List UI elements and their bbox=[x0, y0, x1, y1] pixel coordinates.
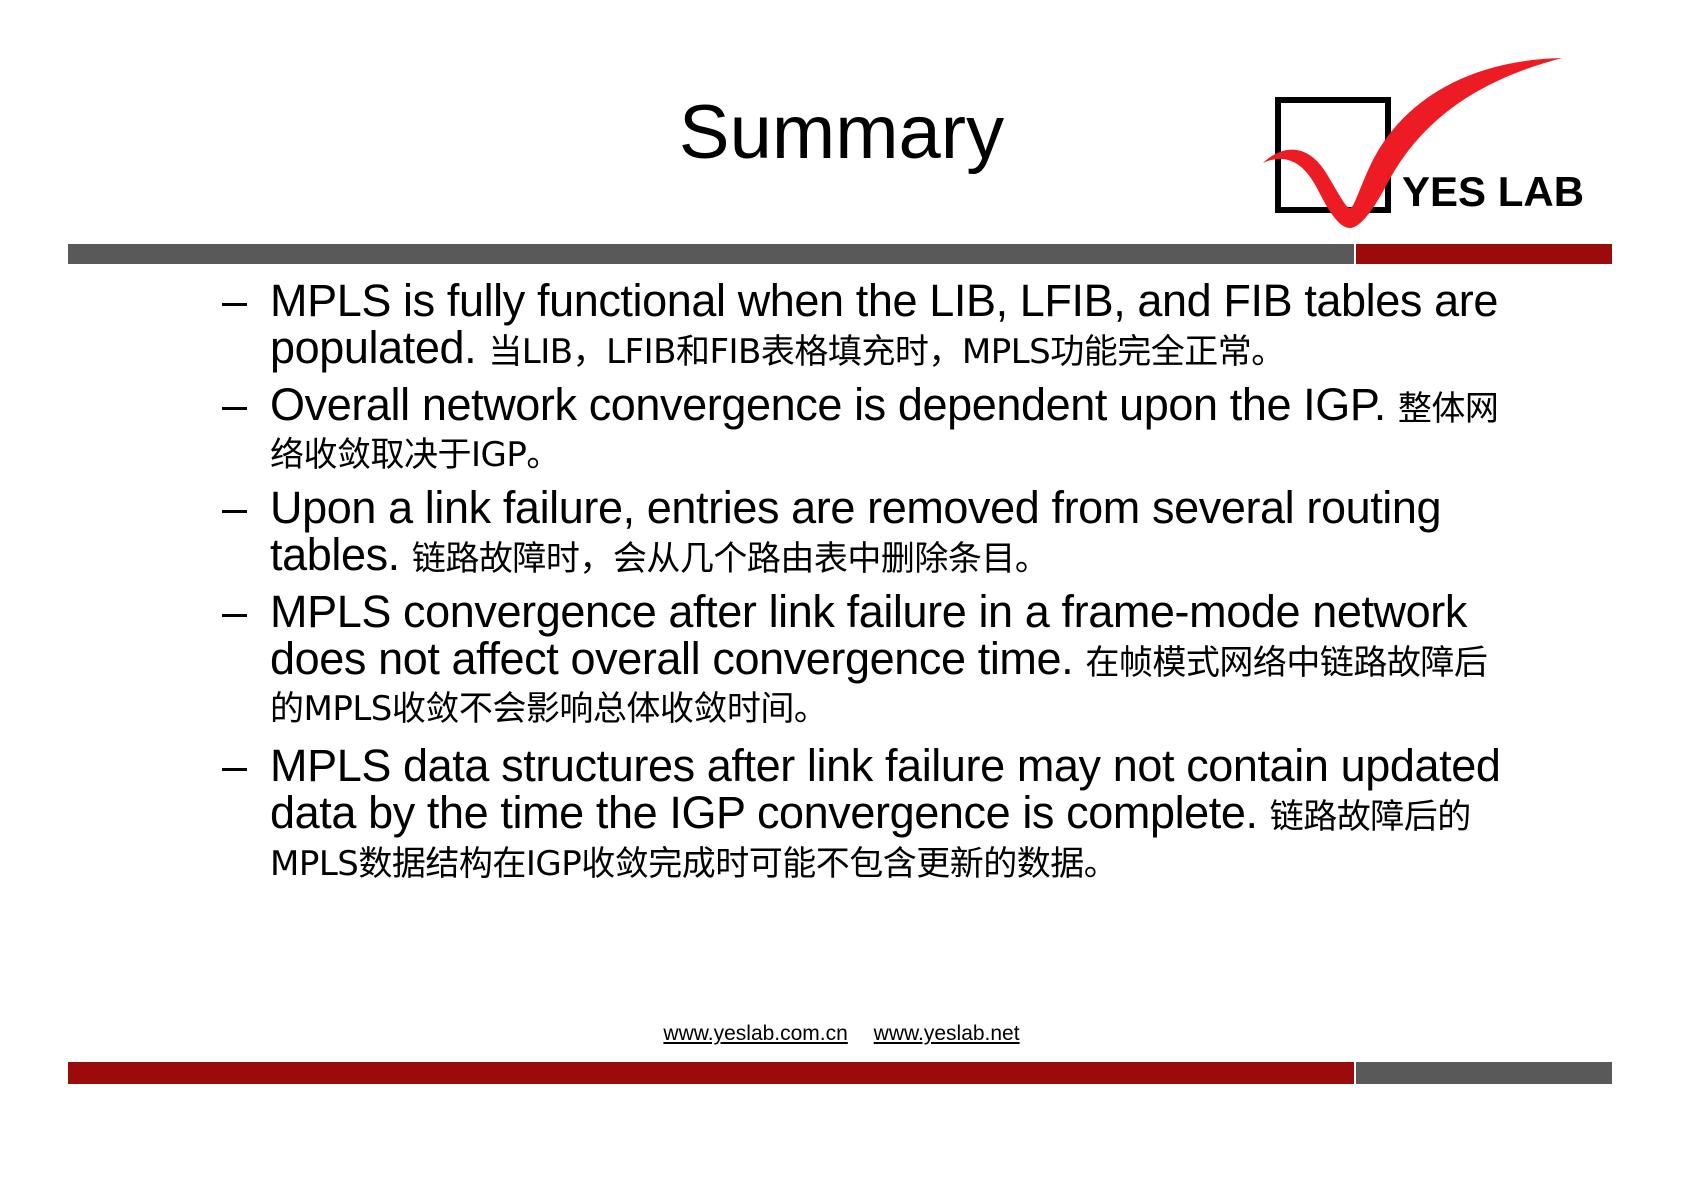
bullet-text-zh: 当LIB，LFIB和FIB表格填充时，MPLS功能完全正常。 bbox=[488, 331, 1285, 372]
bullet-list: – MPLS is fully functional when the LIB,… bbox=[222, 275, 1512, 884]
footer-link-yeslab-net[interactable]: www.yeslab.net bbox=[874, 1022, 1020, 1045]
list-item: – Overall network convergence is depende… bbox=[222, 378, 1512, 476]
bullet-marker: – bbox=[222, 378, 247, 430]
yes-lab-logo-text: YES LAB bbox=[1402, 168, 1584, 215]
bullet-text-en: Overall network convergence is dependent… bbox=[270, 378, 1386, 430]
slide-header: Summary YES LAB bbox=[0, 0, 1683, 264]
bullet-marker: – bbox=[222, 740, 247, 792]
list-item: – Upon a link failure, entries are remov… bbox=[222, 482, 1512, 579]
slide: Summary YES LAB – MPLS is fully function… bbox=[0, 0, 1683, 1190]
bullet-text-zh: 链路故障时，会从几个路由表中删除条目。 bbox=[411, 538, 1049, 579]
footer-rule-red bbox=[68, 1062, 1354, 1084]
list-item: – MPLS is fully functional when the LIB,… bbox=[222, 275, 1512, 372]
bullet-marker: – bbox=[222, 482, 247, 534]
header-rule-gray bbox=[68, 244, 1354, 264]
list-item: – MPLS data structures after link failur… bbox=[222, 740, 1512, 883]
header-rule-red bbox=[1356, 244, 1612, 264]
footer-link-yeslab-com-cn[interactable]: www.yeslab.com.cn bbox=[663, 1022, 847, 1045]
yes-lab-logo: YES LAB bbox=[1262, 58, 1612, 238]
footer-links: www.yeslab.com.cn www.yeslab.net bbox=[0, 1022, 1683, 1046]
footer-rule-gray bbox=[1356, 1062, 1612, 1084]
list-item: – MPLS convergence after link failure in… bbox=[222, 585, 1512, 729]
bullet-marker: – bbox=[222, 275, 247, 326]
bullet-marker: – bbox=[222, 585, 247, 637]
